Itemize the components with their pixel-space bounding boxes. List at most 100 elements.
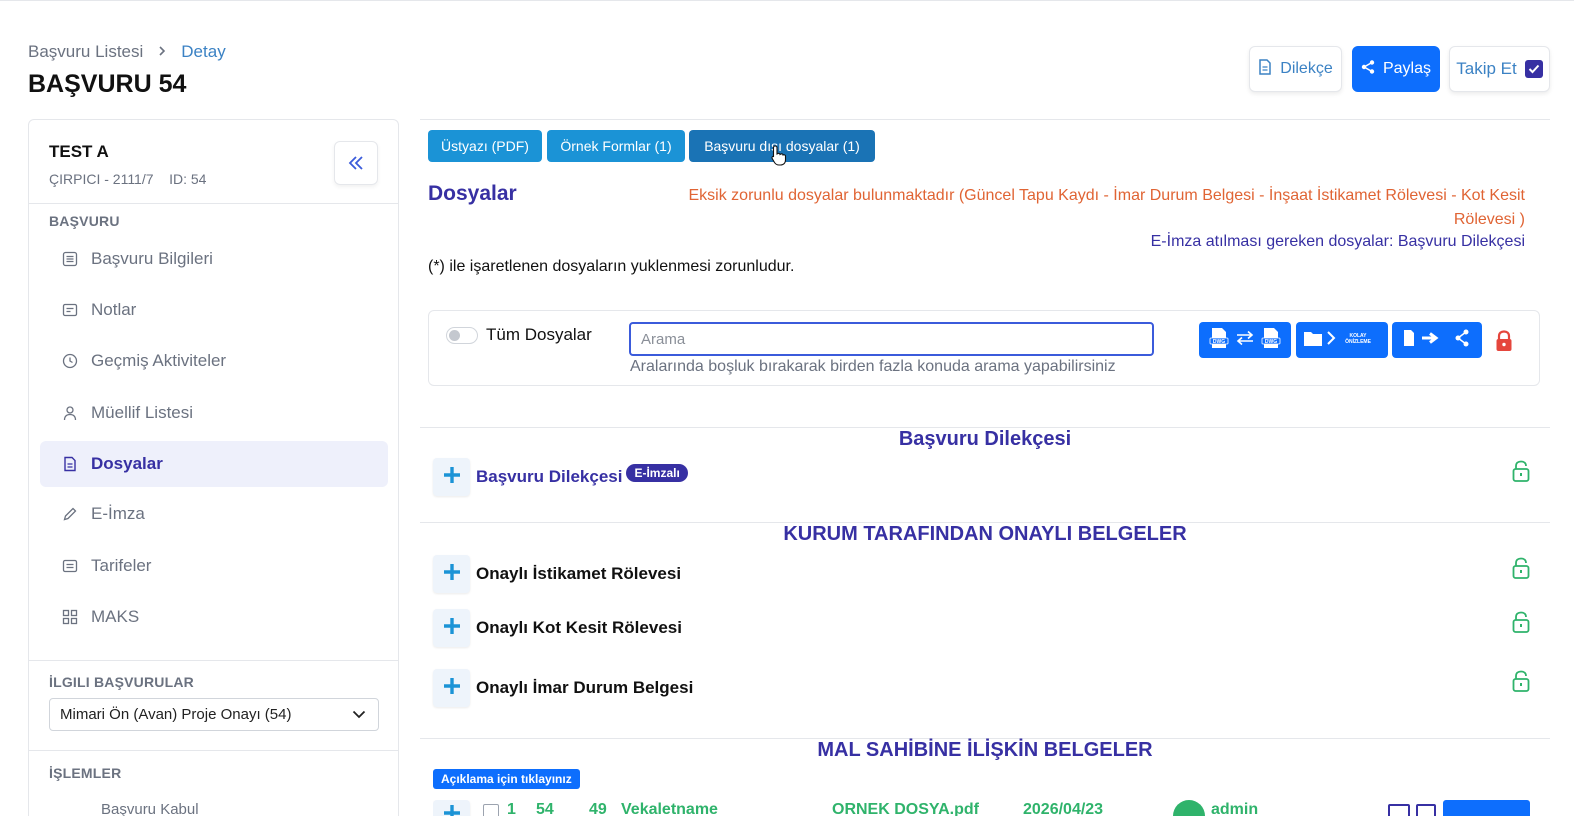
main-top-divider: [420, 119, 1550, 120]
sidebar-item-dosyalar[interactable]: Dosyalar: [40, 441, 388, 487]
plus-icon: [443, 466, 461, 489]
add-file-button[interactable]: [433, 800, 470, 816]
row-checkbox[interactable]: [483, 804, 499, 816]
easy-preview-button[interactable]: KOLAY ÖNİZLEME: [1296, 322, 1388, 358]
sidebar-item-label: Müellif Listesi: [91, 403, 194, 422]
lock-open-icon[interactable]: [1512, 460, 1530, 487]
file-row: Başvuru Dilekçesi E-İmzalı: [433, 458, 688, 496]
all-files-label: Tüm Dosyalar: [486, 325, 592, 344]
breadcrumb-root[interactable]: Başvuru Listesi: [28, 42, 143, 62]
dwg-file-icon: DWG: [1261, 327, 1281, 354]
sidebar: TEST A ÇIRPICI - 2111/7 ID: 54 BAŞVURU B…: [28, 119, 399, 816]
lock-closed-icon[interactable]: [1495, 330, 1513, 357]
files-title: Dosyalar: [428, 182, 517, 205]
share-button[interactable]: Paylaş: [1352, 46, 1440, 92]
sidebar-title: TEST A: [49, 142, 109, 161]
row-name[interactable]: Vekaletname: [621, 801, 718, 816]
file-name: Onaylı İmar Durum Belgesi: [476, 678, 694, 697]
grid-icon: [61, 608, 79, 626]
esign-files: Başvuru Dilekçesi: [1397, 233, 1525, 250]
all-files-toggle[interactable]: [446, 327, 478, 344]
search-input[interactable]: [629, 322, 1154, 356]
edit-icon[interactable]: [1416, 804, 1436, 816]
file-send-share-icon: [1400, 328, 1474, 353]
plus-icon: [443, 617, 461, 640]
sidebar-item-label: E-İmza: [91, 504, 145, 523]
table-row: 1 54 49 Vekaletname ORNEK DOSYA.pdf 2026…: [433, 800, 1543, 816]
sidebar-divider: [29, 660, 398, 661]
section-title-kurum-onayli: KURUM TARAFINDAN ONAYLI BELGELER: [783, 523, 1187, 545]
row-date: 2026/04/23: [1023, 801, 1104, 816]
sidebar-item-label: MAKS: [91, 607, 140, 626]
download-button[interactable]: [1443, 800, 1530, 816]
add-file-button[interactable]: [433, 555, 470, 593]
action-basvuru-kabul[interactable]: Başvuru Kabul: [101, 801, 199, 816]
sidebar-item-label: Başvuru Bilgileri: [91, 249, 213, 268]
description-badge[interactable]: Açıklama için tıklayınız: [433, 769, 580, 789]
svg-text:ÖNİZLEME: ÖNİZLEME: [1345, 338, 1371, 345]
plus-icon: [443, 804, 461, 816]
file-name: Onaylı Kot Kesit Rölevesi: [476, 618, 682, 637]
mouse-cursor-icon: [771, 144, 787, 171]
row-user: admin: [1211, 801, 1259, 816]
sidebar-item-tarifeler[interactable]: Tarifeler: [40, 543, 388, 589]
row-index: 1: [507, 801, 516, 816]
file-name: Onaylı İstikamet Rölevesi: [476, 564, 682, 583]
view-icon[interactable]: [1388, 804, 1410, 816]
sidebar-divider: [29, 750, 398, 751]
clock-icon: [61, 352, 79, 370]
sidebar-item-gecmis-aktiviteler[interactable]: Geçmiş Aktiviteler: [40, 338, 388, 384]
list-icon: [61, 250, 79, 268]
esign-required-text: E-İmza atılması gereken dosyalar: Başvur…: [1151, 233, 1525, 251]
share-icon: [1361, 59, 1375, 79]
sidebar-item-notlar[interactable]: Notlar: [40, 287, 388, 333]
svg-text:DWG: DWG: [1265, 339, 1277, 345]
dwg-convert-button[interactable]: DWG DWG: [1199, 322, 1291, 358]
follow-button[interactable]: Takip Et: [1449, 46, 1550, 92]
dwg-file-icon: DWG: [1209, 327, 1229, 354]
svg-text:DWG: DWG: [1213, 339, 1225, 345]
section-title-basvuru-dilekcesi: Başvuru Dilekçesi: [898, 428, 1072, 450]
add-file-button[interactable]: [433, 669, 470, 707]
dilekce-button[interactable]: Dilekçe: [1249, 46, 1342, 92]
related-applications-select[interactable]: Mimari Ön (Avan) Proje Onayı (54): [49, 698, 379, 731]
file-name-link[interactable]: Başvuru Dilekçesi: [476, 467, 622, 487]
sidebar-item-e-imza[interactable]: E-İmza: [40, 491, 388, 537]
collapse-sidebar-button[interactable]: [334, 141, 378, 185]
sidebar-item-basvuru-bilgileri[interactable]: Başvuru Bilgileri: [40, 236, 388, 282]
row-app-id: 54: [536, 801, 554, 816]
section-actions: İŞLEMLER: [49, 765, 122, 781]
pen-icon: [61, 505, 79, 523]
share-files-button[interactable]: [1392, 322, 1482, 358]
lock-open-icon[interactable]: [1512, 557, 1530, 584]
lock-open-icon[interactable]: [1512, 670, 1530, 697]
required-note: (*) ile işaretlenen dosyaların yuklenmes…: [428, 258, 795, 275]
sidebar-item-label: Dosyalar: [91, 454, 163, 473]
esigned-badge: E-İmzalı: [626, 464, 688, 482]
sidebar-item-label: Geçmiş Aktiviteler: [91, 351, 227, 370]
checkbox-checked-icon[interactable]: [1524, 60, 1543, 78]
sidebar-item-label: Tarifeler: [91, 556, 152, 575]
sidebar-item-muellif-listesi[interactable]: Müellif Listesi: [40, 390, 388, 436]
file-row: Onaylı İstikamet Rölevesi: [433, 555, 681, 593]
file-row: Onaylı İmar Durum Belgesi: [433, 669, 693, 707]
share-label: Paylaş: [1382, 60, 1432, 77]
tab-ornek-formlar[interactable]: Örnek Formlar (1): [547, 130, 685, 162]
chevron-right-icon: [157, 44, 167, 61]
file-icon: [61, 455, 79, 473]
tab-ustyazi[interactable]: Üstyazı (PDF): [428, 130, 542, 162]
section-related: İLGILI BAŞVURULAR: [49, 674, 194, 690]
lock-open-icon[interactable]: [1512, 611, 1530, 638]
note-icon: [61, 301, 79, 319]
sidebar-item-maks[interactable]: MAKS: [40, 594, 388, 640]
sidebar-subtitle: ÇIRPICI - 2111/7 ID: 54: [49, 171, 207, 187]
dilekce-label: Dilekçe: [1280, 60, 1333, 77]
follow-label: Takip Et: [1456, 59, 1517, 78]
row-file[interactable]: ORNEK DOSYA.pdf: [832, 801, 979, 816]
folder-preview-icon: KOLAY ÖNİZLEME: [1302, 327, 1382, 354]
add-file-button[interactable]: [433, 609, 470, 647]
add-file-button[interactable]: [433, 458, 470, 496]
plus-icon: [443, 677, 461, 700]
double-chevron-left-icon: [348, 150, 364, 176]
missing-files-warning: Eksik zorunlu dosyalar bulunmaktadır (Gü…: [688, 187, 1526, 228]
